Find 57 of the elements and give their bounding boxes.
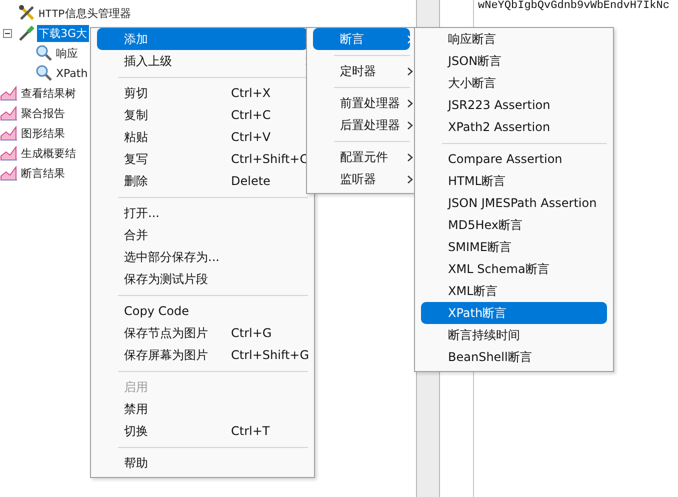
chart-icon [0,104,18,122]
menu-item[interactable]: 粘贴 Ctrl+V [97,126,308,148]
tree-node[interactable]: 生成概要结 [19,144,78,162]
magnifier-icon [35,64,53,82]
collapse-icon[interactable] [3,28,12,38]
menu-item[interactable]: Compare Assertion [421,148,607,170]
menu-item[interactable]: XML Schema断言 [421,258,607,280]
menu-item[interactable]: 复制 Ctrl+C [97,104,308,126]
menu-item[interactable]: XPath断言 [421,302,607,324]
menu-item[interactable]: Copy Code [97,300,308,322]
menu-item[interactable]: HTML断言 [421,170,607,192]
menu-item[interactable]: 保存节点为图片 Ctrl+G [97,322,308,344]
menu-item[interactable]: 大小断言 [421,72,607,94]
menu-item[interactable]: 断言 [313,28,410,50]
menu-item[interactable]: 监听器 [313,168,410,190]
menu-item[interactable]: XML断言 [421,280,607,302]
menu-item[interactable]: XPath2 Assertion [421,116,607,138]
menu-item[interactable]: 选中部分保存为... [97,246,308,268]
menu-item[interactable]: 保存屏幕为图片 Ctrl+Shift+G [97,344,308,366]
menu-item[interactable]: 剪切 Ctrl+X [97,82,308,104]
tree-node[interactable]: 断言结果 [19,164,67,182]
menu-item[interactable]: 定时器 [313,60,410,82]
menu-item[interactable]: JSON断言 [421,50,607,72]
chart-icon [0,124,18,142]
tools-icon [18,4,36,22]
menu-item[interactable]: 前置处理器 [313,92,410,114]
menu-item[interactable]: MD5Hex断言 [421,214,607,236]
menu-item[interactable]: JSR223 Assertion [421,94,607,116]
menu-item[interactable]: 帮助 [97,452,308,474]
menu-item[interactable]: 删除 Delete [97,170,308,192]
menu-item[interactable]: 打开... [97,202,308,224]
tree-node[interactable]: 图形结果 [19,124,67,142]
tree-node[interactable]: 下载3G大 [36,24,90,42]
tree-node[interactable]: 查看结果树 [19,84,78,102]
menu-item[interactable]: 配置元件 [313,146,410,168]
chart-icon [0,84,18,102]
menu-item[interactable]: 切换 Ctrl+T [97,420,308,442]
tree-node[interactable]: 响应 [54,44,80,62]
menu-item[interactable]: 禁用 [97,398,308,420]
chart-icon [0,144,18,162]
menu-item[interactable]: 复写 Ctrl+Shift+C [97,148,308,170]
menu-item[interactable]: 后置处理器 [313,114,410,136]
menu-item[interactable]: 添加 [97,28,308,50]
tree-node[interactable]: HTTP信息头管理器 [36,4,133,22]
editor-text: wNeYQbIgbQvGdnb9vWbEndvH7IkNc [478,0,670,12]
menu-item[interactable]: 断言持续时间 [421,324,607,346]
tree-node[interactable]: 聚合报告 [19,104,67,122]
chart-icon [0,164,18,182]
menu-item[interactable]: SMIME断言 [421,236,607,258]
menu-item[interactable]: 响应断言 [421,28,607,50]
menu-item[interactable]: JSON JMESPath Assertion [421,192,607,214]
menu-item[interactable]: BeanShell断言 [421,346,607,368]
tree-node[interactable]: XPath [54,66,90,80]
menu-item[interactable]: 合并 [97,224,308,246]
menu-item[interactable]: 保存为测试片段 [97,268,308,290]
magnifier-icon [35,44,53,62]
dropper-icon [18,24,36,42]
